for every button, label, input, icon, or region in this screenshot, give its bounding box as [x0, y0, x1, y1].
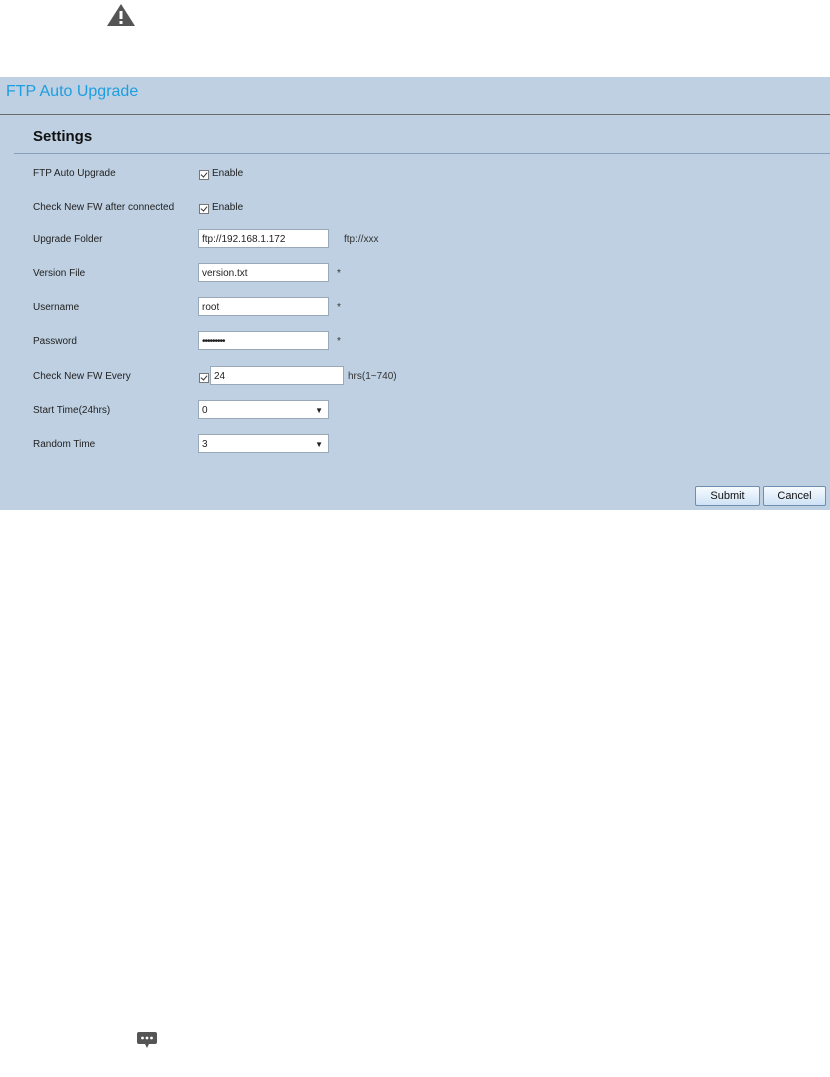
random-time-select[interactable]: 3 ▼ [198, 434, 329, 453]
version-file-label: Version File [33, 268, 86, 279]
chevron-down-icon: ▼ [315, 440, 323, 449]
row-password: Password ••••••••• * [0, 331, 830, 355]
username-input[interactable]: root [198, 297, 329, 316]
random-time-label: Random Time [33, 439, 96, 450]
row-check-new-fw-every: Check New FW Every 24 hrs(1~740) [0, 366, 830, 390]
password-label: Password [33, 336, 77, 347]
ftp-auto-upgrade-panel: FTP Auto Upgrade Settings FTP Auto Upgra… [0, 77, 830, 510]
password-input[interactable]: ••••••••• [198, 331, 329, 350]
check-new-fw-after-connected-checkbox[interactable] [199, 204, 209, 214]
row-ftp-auto-upgrade: FTP Auto Upgrade Enable [0, 163, 830, 187]
chevron-down-icon: ▼ [315, 406, 323, 415]
row-start-time: Start Time(24hrs) 0 ▼ [0, 400, 830, 424]
panel-title: FTP Auto Upgrade [6, 83, 139, 100]
password-required-mark: * [337, 336, 341, 347]
cancel-button[interactable]: Cancel [763, 486, 826, 506]
ftp-auto-upgrade-label: FTP Auto Upgrade [33, 168, 116, 179]
ftp-auto-upgrade-checkbox[interactable] [199, 170, 209, 180]
check-new-fw-every-hint: hrs(1~740) [348, 371, 397, 382]
upgrade-folder-hint: ftp://xxx [344, 234, 379, 245]
row-random-time: Random Time 3 ▼ [0, 434, 830, 458]
row-version-file: Version File version.txt * [0, 263, 830, 287]
submit-button[interactable]: Submit [695, 486, 760, 506]
upgrade-folder-input[interactable]: ftp://192.168.1.172 [198, 229, 329, 248]
username-label: Username [33, 302, 80, 313]
start-time-select[interactable]: 0 ▼ [198, 400, 329, 419]
ftp-auto-upgrade-enable-label: Enable [212, 168, 244, 179]
row-upgrade-folder: Upgrade Folder ftp://192.168.1.172 ftp:/… [0, 229, 830, 253]
row-check-new-fw-after-connected: Check New FW after connected Enable [0, 197, 830, 221]
check-new-fw-every-label: Check New FW Every [33, 371, 131, 382]
settings-divider [14, 153, 830, 154]
check-new-fw-after-connected-label: Check New FW after connected [33, 202, 175, 213]
version-file-input[interactable]: version.txt [198, 263, 329, 282]
check-new-fw-every-checkbox[interactable] [199, 373, 209, 383]
chat-bubble-icon [137, 1032, 157, 1048]
username-required-mark: * [337, 302, 341, 313]
settings-title: Settings [33, 128, 93, 145]
start-time-value: 0 [202, 405, 208, 416]
upgrade-folder-label: Upgrade Folder [33, 234, 103, 245]
row-username: Username root * [0, 297, 830, 321]
version-file-required-mark: * [337, 268, 341, 279]
check-new-fw-every-input[interactable]: 24 [210, 366, 344, 385]
warning-icon [107, 4, 135, 26]
check-new-fw-after-connected-enable-label: Enable [212, 202, 244, 213]
panel-divider [0, 114, 830, 115]
random-time-value: 3 [202, 439, 208, 450]
start-time-label: Start Time(24hrs) [33, 405, 111, 416]
